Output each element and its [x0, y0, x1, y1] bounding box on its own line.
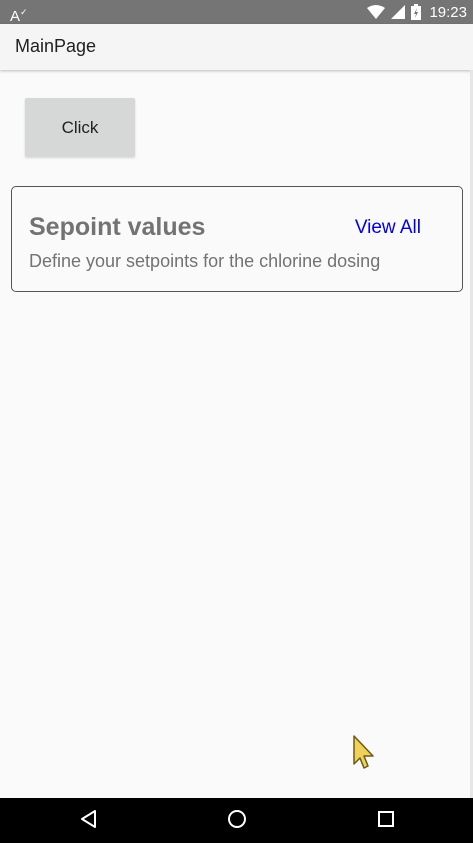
click-button[interactable]: Click: [25, 98, 135, 157]
battery-icon: [411, 4, 422, 20]
page-title: MainPage: [15, 36, 97, 56]
navigation-bar: [0, 798, 473, 843]
back-icon: [79, 809, 97, 833]
status-time: 19:23: [429, 3, 467, 21]
signal-icon: [391, 5, 406, 19]
card-description: Define your setpoints for the chlorine d…: [29, 251, 381, 271]
setpoint-card: Sepoint values View All Define your setp…: [11, 186, 463, 292]
view-all-link[interactable]: View All: [355, 217, 421, 239]
status-bar: A✓ 19:23: [0, 0, 473, 25]
status-indicator-letter: A: [10, 8, 21, 25]
recents-button[interactable]: [356, 798, 416, 843]
home-button[interactable]: [207, 798, 267, 843]
recents-icon: [376, 809, 396, 833]
back-button[interactable]: [58, 798, 118, 843]
card-title: Sepoint values: [29, 213, 206, 241]
wifi-icon: [367, 5, 386, 19]
mouse-cursor-icon: [352, 734, 378, 770]
app-bar: MainPage: [0, 24, 473, 70]
status-indicator-mark: ✓: [20, 7, 28, 17]
home-icon: [226, 808, 248, 834]
status-icons: 19:23: [367, 0, 467, 24]
